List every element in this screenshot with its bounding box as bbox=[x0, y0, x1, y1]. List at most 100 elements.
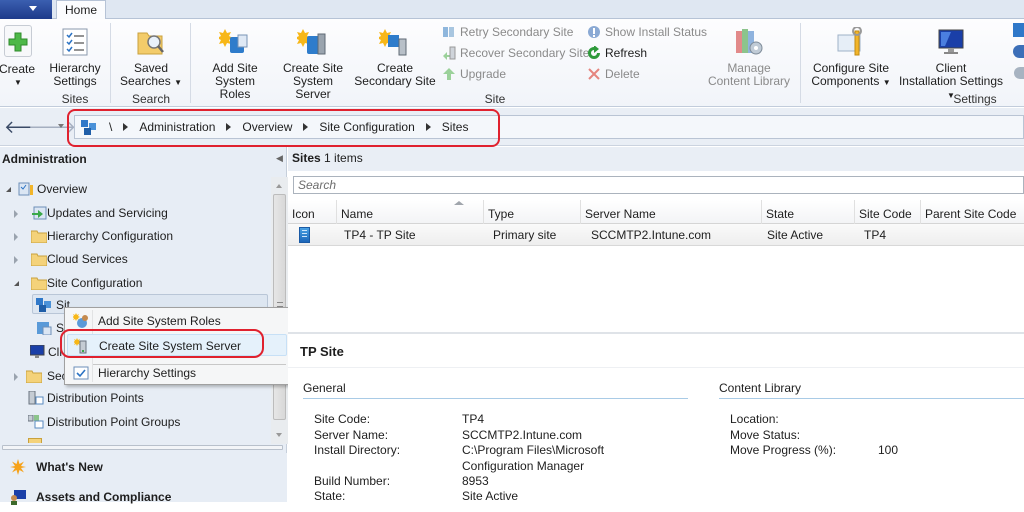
cell-name: TP4 - TP Site bbox=[344, 228, 416, 242]
retry-secondary-site-button[interactable]: Retry Secondary Site bbox=[442, 23, 573, 41]
create-secondary-site-button[interactable]: Create Secondary Site bbox=[354, 27, 436, 88]
menu-item-hierarchy-settings[interactable]: Hierarchy Settings bbox=[67, 362, 287, 384]
client-installation-settings-button[interactable]: Client Installation Settings ▼ bbox=[894, 27, 1008, 102]
forward-arrow-icon[interactable]: 🡒 bbox=[28, 118, 76, 136]
breadcrumb[interactable]: \ Administration Overview Site Configura… bbox=[74, 115, 1024, 139]
components-wrench-icon bbox=[835, 26, 867, 59]
breadcrumb-separator-icon[interactable] bbox=[303, 123, 309, 131]
tree-item-hierarchy-configuration[interactable]: Hierarchy Configuration bbox=[14, 226, 264, 246]
expanded-arrow-icon[interactable] bbox=[14, 281, 19, 286]
section-title-general: General bbox=[303, 381, 346, 395]
upgrade-button[interactable]: Upgrade bbox=[442, 65, 506, 83]
create-site-system-server-button[interactable]: Create Site System Server bbox=[274, 27, 352, 101]
field-label-location: Location: bbox=[730, 412, 779, 426]
collapse-pane-icon[interactable]: ◀ bbox=[276, 153, 283, 164]
application-menu-button[interactable] bbox=[0, 0, 52, 19]
manage-content-library-button[interactable]: Manage Content Library bbox=[706, 27, 792, 88]
sites-icon bbox=[36, 298, 52, 312]
search-input[interactable]: Search bbox=[293, 176, 1024, 194]
show-install-status-button[interactable]: Show Install Status bbox=[587, 23, 707, 41]
books-gear-icon bbox=[733, 27, 765, 59]
field-value-move-progress: 100 bbox=[878, 443, 899, 457]
hierarchy-settings-button[interactable]: Hierarchy Settings bbox=[44, 27, 106, 88]
tree-item-cloud-services[interactable]: Cloud Services bbox=[14, 249, 264, 269]
menu-item-create-site-system-server[interactable]: Create Site System Server bbox=[67, 334, 287, 356]
primary-site-icon bbox=[299, 227, 310, 243]
expanded-arrow-icon[interactable] bbox=[6, 187, 11, 192]
saved-searches-button[interactable]: Saved Searches ▼ bbox=[118, 27, 184, 89]
breadcrumb-root[interactable]: \ bbox=[109, 120, 112, 134]
history-dropdown-icon[interactable] bbox=[58, 124, 64, 128]
add-site-system-roles-button[interactable]: Add Site System Roles bbox=[198, 27, 272, 101]
column-header-server-name[interactable]: Server Name bbox=[581, 200, 762, 224]
refresh-icon bbox=[587, 45, 601, 60]
menu-item-add-site-system-roles[interactable]: Add Site System Roles bbox=[67, 310, 287, 332]
dropdown-arrow-icon: ▼ bbox=[174, 78, 182, 87]
recover-icon bbox=[442, 46, 456, 60]
field-label-site-code: Site Code: bbox=[314, 412, 371, 426]
field-label-move-status: Move Status: bbox=[730, 428, 801, 442]
delete-button[interactable]: Delete bbox=[587, 65, 640, 83]
tab-home[interactable]: Home bbox=[56, 0, 106, 20]
refresh-button[interactable]: Refresh bbox=[587, 44, 647, 62]
security-icon[interactable] bbox=[1014, 67, 1024, 79]
checkbox-settings-icon bbox=[73, 365, 89, 381]
status-info-icon[interactable] bbox=[1013, 45, 1024, 58]
collapsed-arrow-icon[interactable] bbox=[14, 233, 18, 241]
group-separator bbox=[110, 23, 111, 103]
column-header-state[interactable]: State bbox=[762, 200, 855, 224]
list-header: Icon Name Type Server Name State Site Co… bbox=[288, 200, 1024, 224]
add-plus-icon bbox=[4, 25, 32, 57]
column-header-type[interactable]: Type bbox=[484, 200, 581, 224]
tree-item-overview[interactable]: Overview bbox=[4, 179, 264, 199]
list-title: Sites 1 items bbox=[288, 147, 1024, 171]
field-label-server-name: Server Name: bbox=[314, 428, 389, 442]
delete-x-icon bbox=[587, 67, 601, 81]
collapsed-arrow-icon[interactable] bbox=[14, 373, 18, 381]
field-value-build-number: 8953 bbox=[462, 474, 489, 488]
section-divider bbox=[719, 398, 1024, 399]
tree-item-site-configuration[interactable]: Site Configuration bbox=[14, 273, 264, 293]
create-button[interactable]: Create ▼ bbox=[0, 25, 35, 89]
cell-type: Primary site bbox=[493, 228, 557, 242]
server-roles-icon bbox=[36, 321, 52, 336]
collapsed-arrow-icon[interactable] bbox=[14, 256, 18, 264]
folder-icon bbox=[30, 276, 48, 291]
chevron-down-icon bbox=[29, 6, 37, 11]
scroll-down-icon[interactable] bbox=[276, 433, 282, 437]
breadcrumb-item-overview[interactable]: Overview bbox=[242, 120, 292, 134]
breadcrumb-item-administration[interactable]: Administration bbox=[139, 120, 215, 134]
group-label-sites: Sites bbox=[61, 92, 89, 106]
collapsed-arrow-icon[interactable] bbox=[14, 210, 18, 218]
tree-item-distribution-point-groups[interactable]: Distribution Point Groups bbox=[27, 412, 268, 432]
folder-icon bbox=[28, 438, 42, 443]
breadcrumb-item-site-configuration[interactable]: Site Configuration bbox=[319, 120, 414, 134]
updates-icon bbox=[31, 206, 47, 220]
tree-item-updates-and-servicing[interactable]: Updates and Servicing bbox=[14, 203, 264, 223]
table-row[interactable]: TP4 - TP Site Primary site SCCMTP2.Intun… bbox=[288, 224, 1024, 246]
column-header-name[interactable]: Name bbox=[337, 200, 484, 224]
details-title: TP Site bbox=[300, 344, 344, 359]
column-header-parent-site-code[interactable]: Parent Site Code bbox=[921, 200, 1024, 224]
sunburst-icon bbox=[10, 459, 26, 475]
retry-icon bbox=[442, 25, 456, 39]
scroll-up-icon[interactable] bbox=[276, 184, 282, 188]
column-header-site-code[interactable]: Site Code bbox=[855, 200, 921, 224]
pane-splitter[interactable] bbox=[2, 445, 283, 450]
ribbon: Create ▼ Hierarchy Settings Sites Saved … bbox=[0, 19, 1024, 107]
breadcrumb-separator-icon[interactable] bbox=[226, 123, 232, 131]
folder-icon bbox=[25, 369, 43, 384]
section-title-content-library: Content Library bbox=[719, 381, 802, 395]
recover-secondary-site-button[interactable]: Recover Secondary Site bbox=[442, 44, 589, 62]
navigation-bar: 🡐 🡒 \ Administration Overview Site Confi… bbox=[0, 108, 1024, 146]
group-separator bbox=[800, 23, 801, 103]
field-value-server-name: SCCMTP2.Intune.com bbox=[462, 428, 583, 442]
folder-icon bbox=[30, 252, 48, 267]
configure-site-components-button[interactable]: Configure Site Components ▼ bbox=[808, 26, 894, 89]
site-hierarchy-icon[interactable] bbox=[1013, 23, 1024, 37]
breadcrumb-separator-icon[interactable] bbox=[123, 123, 129, 131]
breadcrumb-separator-icon[interactable] bbox=[425, 123, 431, 131]
tree-item-distribution-points[interactable]: Distribution Points bbox=[28, 388, 268, 408]
column-header-icon[interactable]: Icon bbox=[288, 200, 337, 224]
breadcrumb-item-sites[interactable]: Sites bbox=[442, 120, 469, 134]
